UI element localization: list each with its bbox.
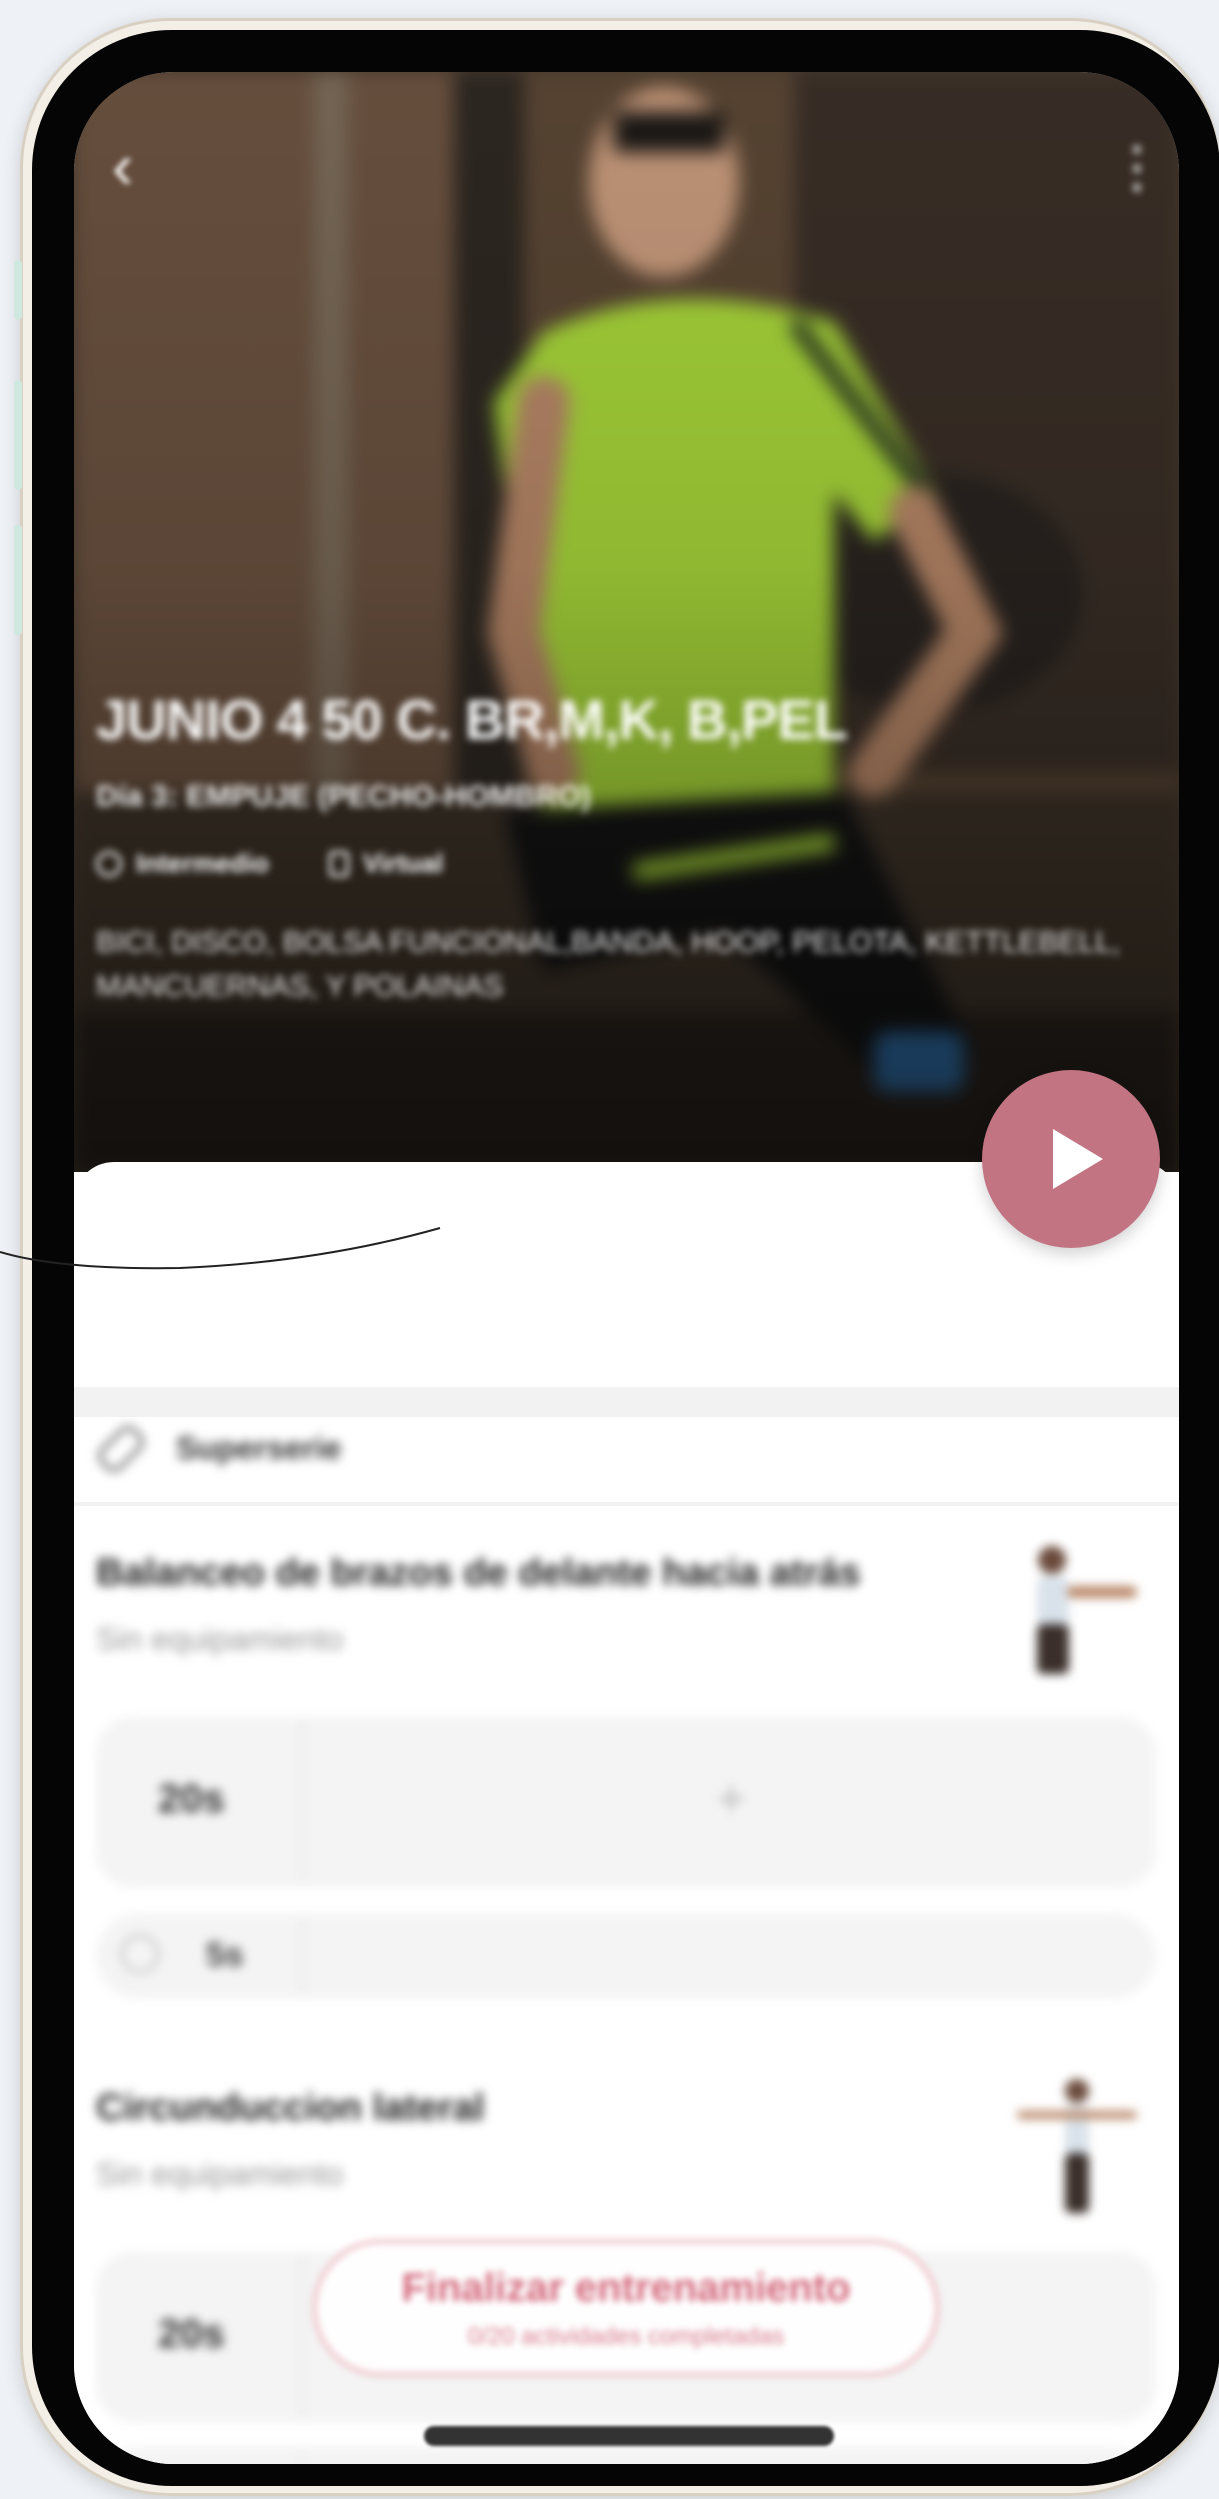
rest-value[interactable]: 5s (206, 1936, 244, 1975)
play-workout-button[interactable] (982, 1070, 1160, 1248)
phone-side-button (14, 260, 22, 320)
annotation-curve (0, 1227, 441, 1270)
workout-hero: ‹ ⋮ JUNIO 4 50 C. BR,M,K, B,PEL Día 3: E… (74, 72, 1179, 1172)
exercise-title: Balanceo de brazos de delante hacia atrá… (96, 1552, 861, 1594)
level-icon (96, 850, 122, 877)
superset-header[interactable]: Superserie (92, 1420, 342, 1477)
exercise-thumbnail (1017, 2079, 1137, 2213)
add-set-icon[interactable]: + (716, 1769, 746, 1829)
back-icon[interactable]: ‹ (112, 134, 182, 204)
exercise-title: Circunduccion lateral (96, 2087, 485, 2129)
exercise-duration-row[interactable]: 20s + (96, 1717, 1156, 1887)
workout-info: JUNIO 4 50 C. BR,M,K, B,PEL Día 3: EMPUJ… (96, 687, 1157, 1009)
more-options-icon[interactable]: ⋮ (1109, 134, 1165, 198)
finish-workout-label: Finalizar entrenamiento (401, 2266, 851, 2310)
workout-subtitle: Día 3: EMPUJE (PECHO-HOMBRO) (96, 780, 592, 813)
duration-value[interactable]: 20s (158, 2312, 225, 2357)
column-divider (301, 1717, 305, 1887)
exercise-equipment: Sin equipamiento (96, 1621, 344, 1657)
exercise-rest-row[interactable]: 5s (96, 2447, 1156, 2464)
row-divider (74, 1502, 1179, 1506)
workout-type-label: Virtual (362, 848, 444, 878)
column-divider (301, 1914, 305, 1998)
workout-meta: Intermedio Virtual (96, 848, 1157, 879)
phone-volume-up-button (14, 380, 22, 490)
link-icon (92, 1420, 150, 1477)
finish-progress-label: 0/20 actividades completadas (467, 2323, 785, 2350)
exercise-item[interactable]: Circunduccion lateral Sin equipamiento (96, 2079, 1157, 2213)
duration-value[interactable]: 20s (158, 1777, 225, 1822)
superset-label: Superserie (176, 1430, 342, 1466)
workout-equipment: BICI, DISCO, BOLSA FUNCIONAL,BANDA, HOOP… (96, 926, 1121, 1003)
finish-workout-button[interactable]: Finalizar entrenamiento 0/20 actividades… (312, 2239, 940, 2377)
device-icon (328, 850, 349, 877)
column-divider (301, 2252, 305, 2422)
exercise-equipment: Sin equipamiento (96, 2156, 344, 2192)
home-indicator[interactable] (424, 2426, 834, 2446)
exercise-item[interactable]: Balanceo de brazos de delante hacia atrá… (96, 1546, 1157, 1674)
workout-level: Intermedio (96, 848, 269, 879)
exercise-rest-row[interactable]: 5s (96, 1914, 1156, 1998)
column-divider (301, 2447, 305, 2464)
section-divider (74, 1387, 1179, 1417)
workout-level-label: Intermedio (136, 848, 269, 878)
exercise-thumbnail (1037, 1546, 1137, 1674)
phone-volume-down-button (14, 525, 22, 635)
timer-icon (120, 1934, 160, 1974)
play-icon (1053, 1129, 1103, 1189)
workout-title: JUNIO 4 50 C. BR,M,K, B,PEL (96, 688, 848, 751)
workout-type: Virtual (328, 848, 444, 879)
